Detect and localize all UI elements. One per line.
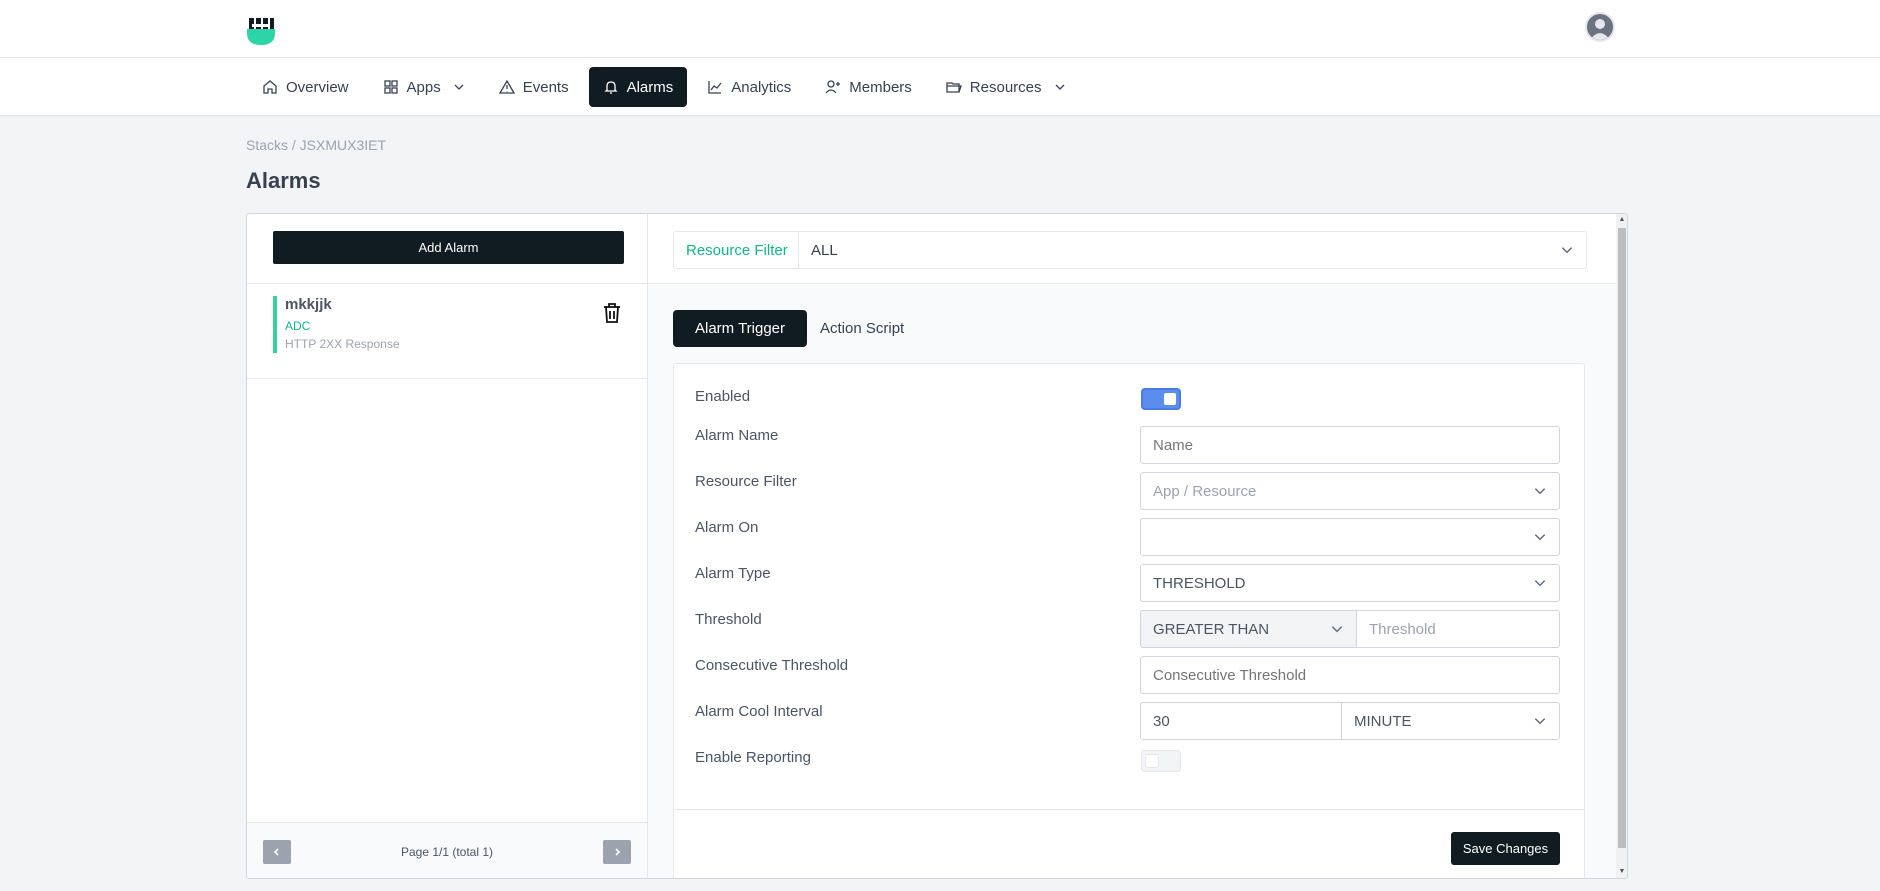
- alarm-name: mkkjjk: [285, 296, 332, 313]
- logo-icon[interactable]: [246, 16, 276, 46]
- nav-label: Events: [522, 78, 569, 96]
- filter-bar: Resource Filter ALL: [648, 214, 1616, 284]
- top-bar: [0, 0, 1880, 58]
- alarm-type-value: THRESHOLD: [1153, 574, 1246, 592]
- nav-label: Resources: [969, 78, 1042, 96]
- alarm-on-label: Alarm On: [695, 519, 759, 536]
- nav-item-events[interactable]: Events: [485, 67, 583, 107]
- enable-reporting-label: Enable Reporting: [695, 749, 811, 766]
- alarm-on-dropdown[interactable]: [1140, 518, 1560, 556]
- alarm-form: Enabled Alarm Name Resource Filter App /…: [673, 363, 1585, 878]
- chevron-down-icon: [1534, 534, 1546, 541]
- scrollbar[interactable]: ▲ ▼: [1616, 214, 1627, 878]
- nav-item-alarms[interactable]: Alarms: [588, 67, 688, 107]
- nav-item-apps[interactable]: Apps: [369, 67, 479, 107]
- alarm-type-label: Alarm Type: [695, 565, 771, 582]
- cool-interval-value: 30: [1153, 712, 1170, 730]
- tab-action-script[interactable]: Action Script: [798, 310, 926, 347]
- chevron-down-icon: [454, 84, 464, 90]
- threshold-placeholder: Threshold: [1369, 620, 1436, 638]
- alarm-name-label: Alarm Name: [695, 427, 779, 444]
- home-icon: [263, 80, 277, 94]
- trash-icon[interactable]: [602, 302, 622, 324]
- scroll-down-arrow-icon[interactable]: ▼: [1618, 868, 1626, 875]
- chevron-down-icon: [1561, 247, 1573, 254]
- alarm-name-input[interactable]: [1140, 426, 1560, 464]
- threshold-input[interactable]: Threshold: [1357, 610, 1560, 648]
- chevron-down-icon: [1534, 488, 1546, 495]
- nav-label: Members: [849, 78, 912, 96]
- page-title: Alarms: [246, 168, 321, 193]
- cool-interval-unit-dropdown[interactable]: MINUTE: [1342, 702, 1560, 740]
- user-avatar-icon: [1590, 19, 1610, 40]
- detail-body: Alarm Trigger Action Script Enabled Alar…: [648, 285, 1616, 878]
- tab-alarm-trigger[interactable]: Alarm Trigger: [673, 310, 808, 347]
- list-item[interactable]: mkkjjk ADC HTTP 2XX Response: [247, 284, 647, 379]
- save-changes-button[interactable]: Save Changes: [1451, 832, 1560, 865]
- nav-item-members[interactable]: Members: [811, 67, 926, 107]
- alarm-type-dropdown[interactable]: THRESHOLD: [1140, 564, 1560, 602]
- nav-label: Alarms: [626, 78, 674, 96]
- page-indicator: Page 1/1 (total 1): [400, 845, 494, 859]
- nav-label: Analytics: [731, 78, 792, 96]
- cool-interval-unit: MINUTE: [1354, 712, 1412, 730]
- folder-icon: [946, 82, 962, 93]
- alarm-metric: HTTP 2XX Response: [285, 337, 400, 351]
- users-icon: [825, 80, 841, 94]
- consecutive-threshold-input[interactable]: [1140, 656, 1560, 694]
- threshold-label: Threshold: [695, 611, 762, 628]
- chevron-right-icon: [615, 848, 621, 856]
- resource-filter-value: ALL: [811, 241, 838, 259]
- alarm-app: ADC: [285, 319, 311, 333]
- scroll-thumb[interactable]: [1618, 228, 1626, 848]
- nav-label: Overview: [286, 78, 349, 96]
- chevron-down-icon: [1534, 580, 1546, 587]
- pagination: Page 1/1 (total 1): [247, 822, 647, 878]
- chevron-down-icon: [1055, 84, 1064, 90]
- resource-filter-placeholder: App / Resource: [1153, 482, 1257, 500]
- alarms-panel: Add Alarm mkkjjk ADC HTTP 2XX Response P…: [246, 213, 1628, 879]
- add-alarm-button[interactable]: Add Alarm: [273, 231, 624, 264]
- alarm-detail-panel: Resource Filter ALL Alarm Trigger Action…: [648, 214, 1616, 878]
- alarm-list-panel: Add Alarm mkkjjk ADC HTTP 2XX Response P…: [247, 214, 648, 878]
- resource-filter-dropdown[interactable]: App / Resource: [1140, 472, 1560, 510]
- avatar[interactable]: [1585, 12, 1615, 42]
- cool-interval-input[interactable]: 30: [1140, 702, 1342, 740]
- resource-filter-field-label: Resource Filter: [695, 473, 797, 490]
- bell-icon: [604, 81, 618, 94]
- threshold-operator-dropdown[interactable]: GREATER THAN: [1140, 610, 1357, 648]
- scroll-up-arrow-icon[interactable]: ▲: [1618, 216, 1626, 223]
- nav-item-analytics[interactable]: Analytics: [693, 67, 805, 107]
- warning-icon: [498, 79, 515, 94]
- status-indicator: [273, 296, 277, 353]
- main-nav: Overview Apps Events Alarms Analytics Me…: [0, 58, 1880, 116]
- chevron-down-icon: [1331, 626, 1343, 633]
- chart-icon: [708, 81, 722, 94]
- grid-icon: [383, 80, 398, 94]
- resource-filter-label: Resource Filter: [673, 231, 800, 269]
- nav-item-overview[interactable]: Overview: [248, 67, 363, 107]
- enabled-label: Enabled: [695, 388, 751, 405]
- nav-label: Apps: [406, 78, 441, 96]
- breadcrumb[interactable]: Stacks / JSXMUX3IET: [246, 137, 386, 153]
- consecutive-threshold-label: Consecutive Threshold: [695, 657, 849, 674]
- next-page-button[interactable]: [603, 840, 631, 864]
- cool-interval-label: Alarm Cool Interval: [695, 703, 823, 720]
- reporting-toggle[interactable]: [1141, 750, 1181, 772]
- form-footer: Save Changes: [674, 809, 1584, 878]
- threshold-operator-value: GREATER THAN: [1153, 620, 1270, 638]
- chevron-down-icon: [1534, 718, 1546, 725]
- resource-filter-select[interactable]: ALL: [798, 231, 1587, 269]
- nav-item-resources[interactable]: Resources: [932, 67, 1080, 107]
- enabled-toggle[interactable]: [1141, 388, 1181, 410]
